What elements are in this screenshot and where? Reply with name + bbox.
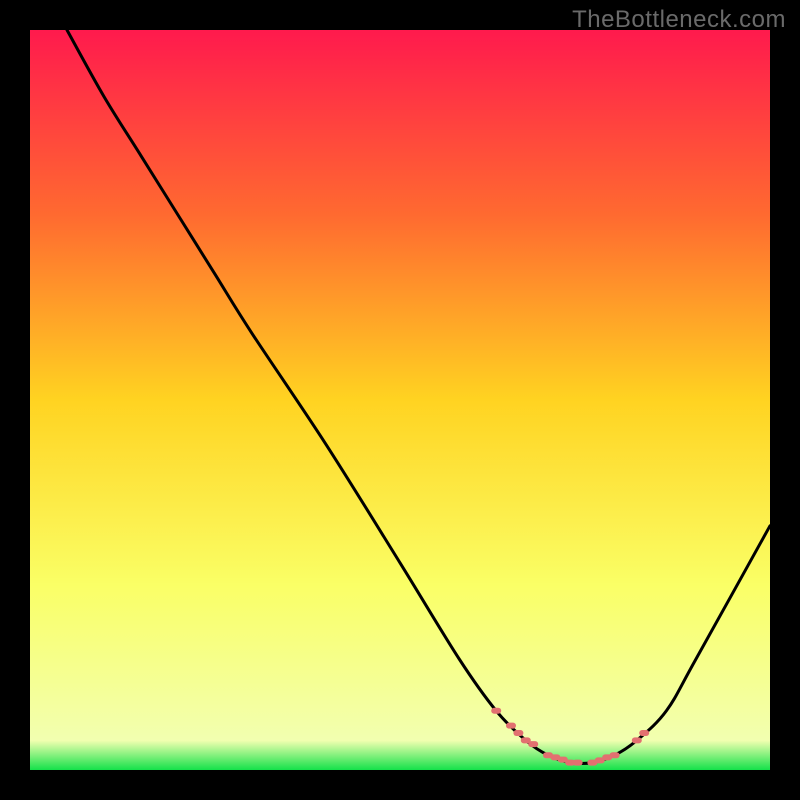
chart-frame	[30, 30, 770, 770]
watermark-text: TheBottleneck.com	[572, 6, 786, 34]
marker-dash	[506, 723, 516, 729]
marker-dash	[573, 760, 583, 766]
gradient-background	[30, 30, 770, 770]
marker-dash	[491, 708, 501, 714]
marker-dash	[513, 730, 523, 736]
marker-dash	[610, 752, 620, 758]
marker-dash	[528, 741, 538, 747]
marker-dash	[639, 730, 649, 736]
marker-dash	[632, 737, 642, 743]
chart-svg	[30, 30, 770, 770]
